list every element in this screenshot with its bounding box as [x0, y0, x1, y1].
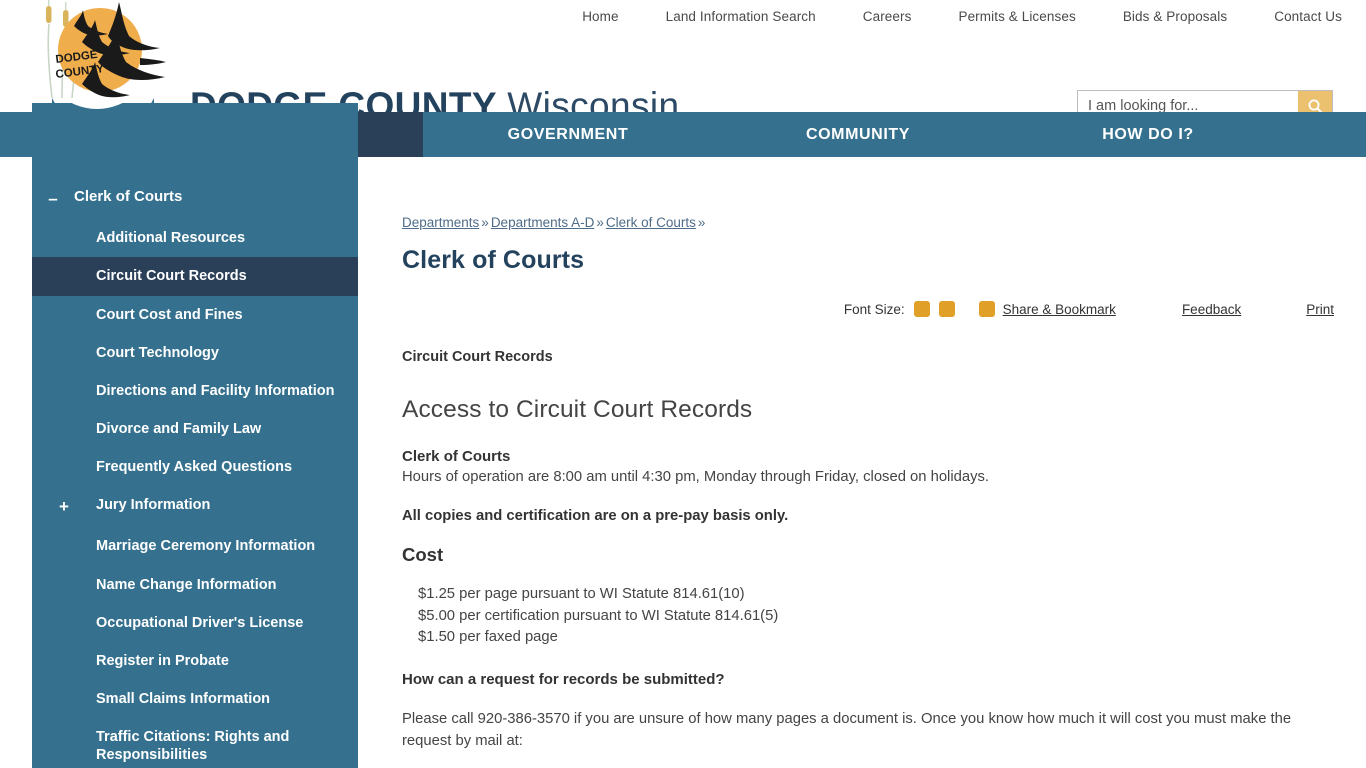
share-icon[interactable] [978, 301, 995, 317]
dodge-county-seal-icon: DODGE COUNTY [40, 0, 166, 130]
cost-heading: Cost [402, 544, 444, 566]
nav-item-how-do-i[interactable]: HOW DO I? [1003, 112, 1293, 157]
utility-nav: Home Land Information Search Careers Per… [0, 0, 1366, 33]
sidebar-item-label: Directions and Facility Information [96, 382, 335, 399]
sidebar-item-additional-resources[interactable]: Additional Resources [32, 219, 358, 257]
sidebar-item-label: Court Cost and Fines [96, 306, 243, 323]
sidebar-item-label: Marriage Ceremony Information [96, 538, 316, 555]
cost-list: $1.25 per page pursuant to WI Statute 81… [402, 584, 1334, 648]
sidebar-item-clerk-of-courts[interactable]: – Clerk of Courts [32, 178, 358, 219]
county-logo[interactable]: DODGE COUNTY [22, 0, 172, 130]
request-question-heading: How can a request for records be submitt… [402, 670, 725, 688]
print-link[interactable]: Print [1306, 302, 1334, 317]
sidebar-item-name-change-information[interactable]: Name Change Information [32, 566, 358, 604]
page-tools: Font Size: Share & Bookmark Feedback Pri… [402, 297, 1334, 321]
sidebar-item-label: Register in Probate [96, 652, 229, 669]
collapse-minus-icon[interactable]: – [32, 188, 74, 209]
sidebar-item-label: Frequently Asked Questions [96, 459, 293, 475]
hours-of-operation-text: Hours of operation are 8:00 am until 4:3… [402, 469, 989, 485]
sidebar-item-label: Additional Resources [96, 230, 246, 247]
sidebar-item-label: Traffic Citations: Rights and Responsibi… [96, 729, 290, 764]
sidebar-item-small-claims-information[interactable]: Small Claims Information [32, 680, 358, 718]
share-bookmark-link[interactable]: Share & Bookmark [1003, 302, 1116, 317]
cost-list-item: $1.25 per page pursuant to WI Statute 81… [418, 586, 745, 603]
breadcrumb-link-departments[interactable]: Departments [402, 215, 479, 230]
cost-list-item: $1.50 per faxed page [418, 629, 558, 646]
utility-link-bids-proposals[interactable]: Bids & Proposals [1123, 9, 1227, 24]
utility-link-home[interactable]: Home [582, 9, 618, 24]
breadcrumb-link-clerk-of-courts[interactable]: Clerk of Courts [606, 215, 696, 230]
sidebar-item-label: Jury Information [96, 497, 211, 514]
breadcrumb-link-departments-a-d[interactable]: Departments A-D [491, 215, 595, 230]
prepay-note: All copies and certification are on a pr… [402, 508, 789, 525]
sidebar-item-circuit-court-records[interactable]: Circuit Court Records [32, 257, 358, 296]
utility-link-permits-licenses[interactable]: Permits & Licenses [958, 9, 1075, 24]
sidebar-item-label: Clerk of Courts [74, 188, 183, 205]
utility-link-contact-us[interactable]: Contact Us [1274, 9, 1342, 24]
sidebar-item-jury-information[interactable]: + Jury Information [32, 486, 358, 527]
font-size-increase-button[interactable] [913, 301, 930, 317]
page-title: Clerk of Courts [402, 246, 585, 274]
sidebar-item-divorce-and-family-law[interactable]: Divorce and Family Law [32, 410, 358, 448]
breadcrumb-separator: » [596, 215, 604, 230]
page-root: Home Land Information Search Careers Per… [0, 0, 1366, 768]
sidebar-item-label: Occupational Driver's License [96, 614, 304, 631]
sidebar-item-traffic-citations-rights-and-responsibilities[interactable]: Traffic Citations: Rights and Responsibi… [32, 718, 358, 768]
font-size-decrease-button[interactable] [938, 301, 955, 317]
sidebar-item-court-cost-and-fines[interactable]: Court Cost and Fines [32, 296, 358, 334]
main-content: Departments» Departments A-D» Clerk of Cou… [358, 157, 1366, 768]
feedback-link[interactable]: Feedback [1182, 302, 1241, 317]
content-kicker: Circuit Court Records [402, 349, 553, 365]
sidebar-item-label: Name Change Information [96, 576, 277, 593]
sidebar-item-label: Divorce and Family Law [96, 420, 262, 437]
sidebar-item-frequently-asked-questions[interactable]: Frequently Asked Questions [32, 448, 358, 486]
sidebar-item-label: Court Technology [96, 344, 219, 361]
font-size-label: Font Size: [843, 301, 905, 317]
sidebar-item-court-technology[interactable]: Court Technology [32, 334, 358, 372]
sidebar-item-marriage-ceremony-information[interactable]: Marriage Ceremony Information [32, 527, 358, 565]
sidebar-item-label: Small Claims Information [96, 690, 271, 707]
sidebar-item-occupational-drivers-license[interactable]: Occupational Driver's License [32, 604, 358, 642]
cost-list-item: $5.00 per certification pursuant to WI S… [418, 607, 779, 624]
breadcrumb-separator-trailing: » [697, 215, 706, 230]
section-heading-clerk-of-courts: Clerk of Courts [402, 448, 511, 465]
nav-item-community[interactable]: COMMUNITY [713, 112, 1003, 157]
sidebar-item-directions-and-facility-information[interactable]: Directions and Facility Information [32, 372, 358, 410]
content-heading: Access to Circuit Court Records [402, 396, 753, 423]
brand-area: DODGE COUNTY Wisconsin [0, 33, 1366, 124]
sidebar-item-label: Circuit Court Records [96, 268, 247, 285]
sidebar: – Clerk of Courts Additional Resources C… [32, 103, 358, 768]
utility-link-land-information-search[interactable]: Land Information Search [666, 9, 816, 24]
breadcrumb-separator: » [481, 215, 489, 230]
expand-plus-icon[interactable]: + [32, 496, 96, 517]
breadcrumb: Departments» Departments A-D» Clerk of Cou… [402, 215, 1334, 230]
utility-link-careers[interactable]: Careers [863, 9, 912, 24]
sidebar-item-register-in-probate[interactable]: Register in Probate [32, 642, 358, 680]
request-instructions-text: Please call 920-386-3570 if you are unsu… [402, 710, 1292, 749]
nav-item-government[interactable]: GOVERNMENT [423, 112, 713, 157]
